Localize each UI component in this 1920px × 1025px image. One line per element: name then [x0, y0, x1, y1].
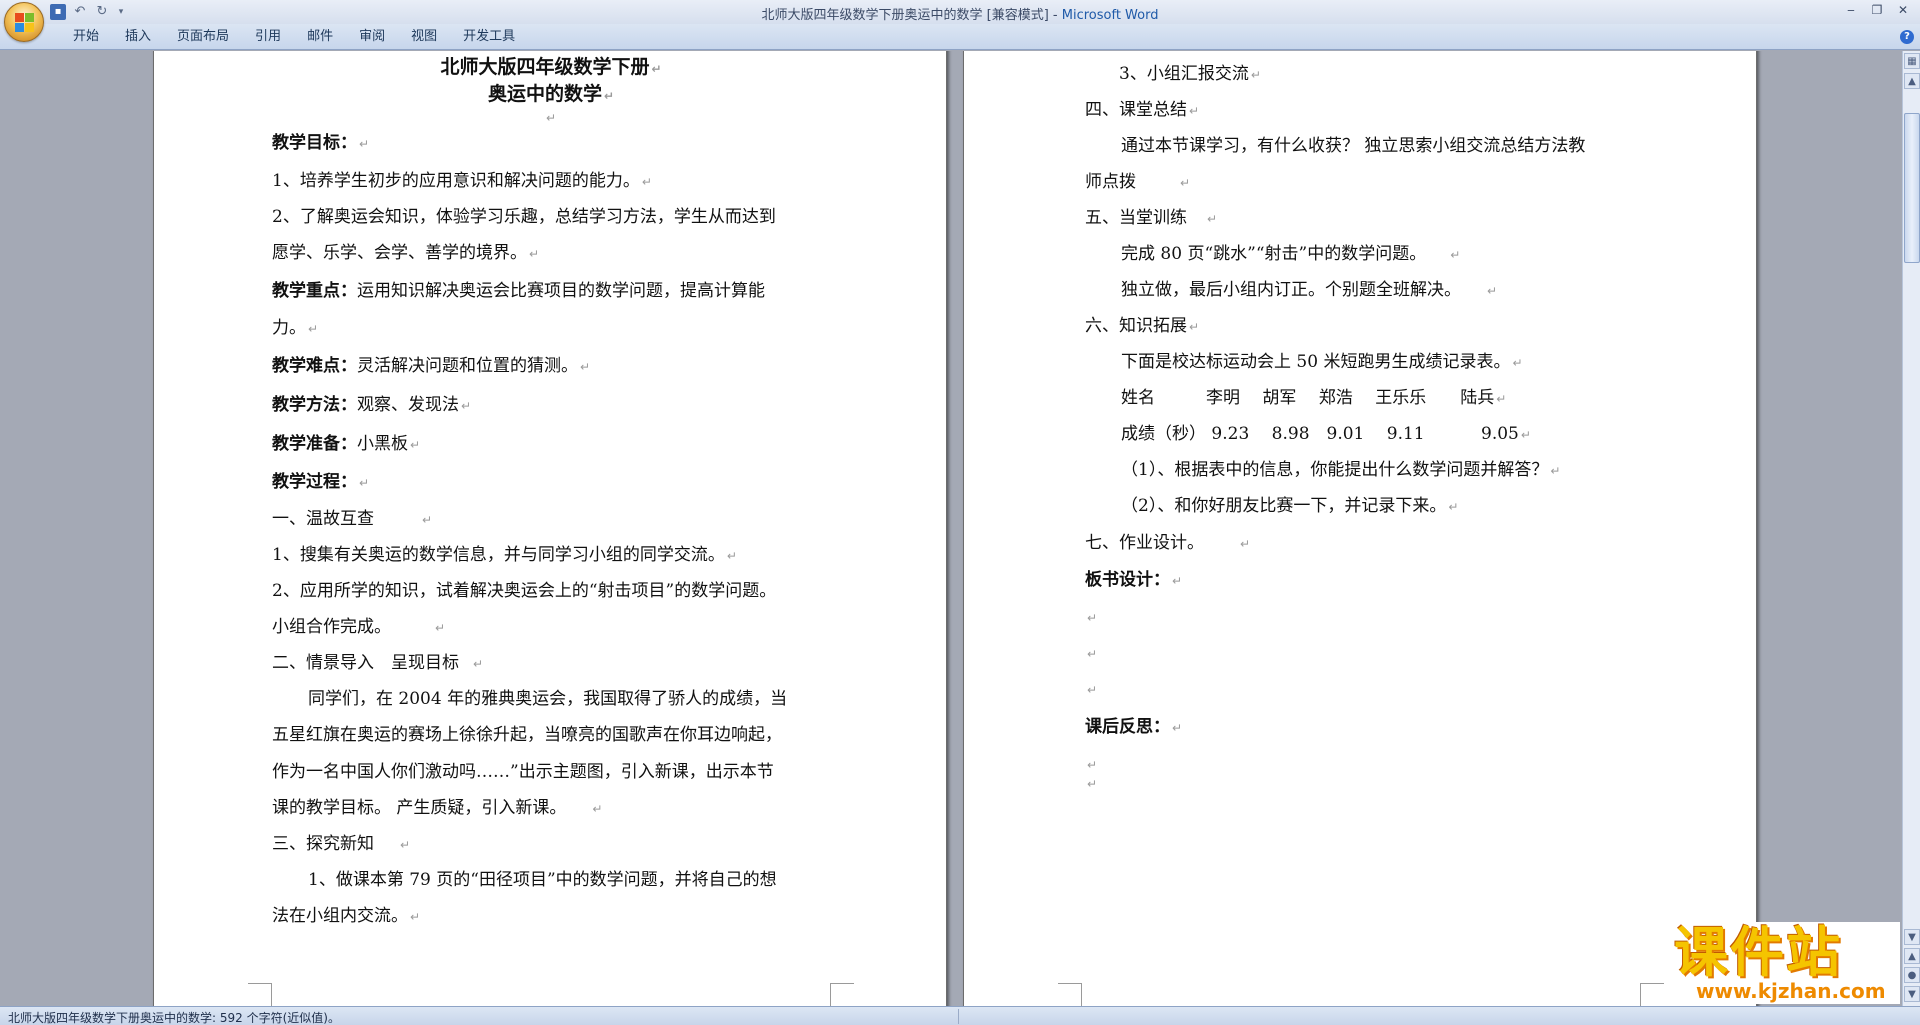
process-heading: 教学过程： ↵: [272, 472, 370, 492]
empty-paragraph: ↵: [1087, 683, 1098, 697]
body-line: 3、小组汇报交流 ↵: [1119, 64, 1261, 84]
office-button[interactable]: [4, 2, 44, 42]
site-watermark: 课件站 www.kjzhan.com: [1668, 922, 1900, 1004]
watermark-url: www.kjzhan.com: [1696, 979, 1886, 1003]
minimize-icon[interactable]: ‒: [1840, 2, 1862, 18]
document-title: 北师大版四年级数学下册奥运中的数学 [兼容模式]: [761, 8, 1049, 23]
scroll-down-icon[interactable]: ▼: [1904, 929, 1920, 945]
empty-paragraph: ↵: [546, 111, 557, 125]
doc-title-line2: 奥运中的数学 ↵: [487, 83, 615, 105]
window-title: 北师大版四年级数学下册奥运中的数学 [兼容模式] - Microsoft Wor…: [761, 8, 1159, 23]
body-line: 课的教学目标。 产生质疑，引入新课。 ↵: [272, 798, 603, 818]
document-page-2: 3、小组汇报交流 ↵ 四、课堂总结 ↵ 通过本节课学习，有什么收获？ 独立思索小组交…: [963, 51, 1757, 1006]
body-line: 独立做，最后小组内订正。个别题全班解决。 ↵: [1121, 280, 1498, 300]
tab-references[interactable]: 引用: [242, 29, 294, 45]
scroll-up-icon[interactable]: ▲: [1904, 73, 1920, 89]
method-line: 教学方法：观察、发现法 ↵: [272, 395, 472, 415]
body-line: 1、搜集有关奥运的数学信息，并与同学习小组的同学交流。 ↵: [272, 545, 737, 565]
tab-review[interactable]: 审阅: [346, 29, 398, 45]
goal-line: 愿学、乐学、会学、善学的境界。 ↵: [272, 243, 540, 263]
body-line: 同学们，在 2004 年的雅典奥运会，我国取得了骄人的成绩，当: [308, 689, 788, 709]
tab-home[interactable]: 开始: [60, 29, 112, 45]
section-heading: 五、当堂训练 ↵: [1085, 208, 1218, 228]
tab-mailings[interactable]: 邮件: [294, 29, 346, 45]
doc-title-line1: 北师大版四年级数学下册 ↵: [440, 56, 662, 78]
goal-line: 2、了解奥运会知识，体验学习乐趣，总结学习方法，学生从而达到: [272, 207, 776, 227]
section-heading: 一、温故互查 ↵: [272, 509, 433, 529]
page-1-text[interactable]: 北师大版四年级数学下册 ↵ 奥运中的数学 ↵ ↵ 教学目标： ↵ 1、培养学生初步的应…: [154, 51, 948, 1006]
reflection-heading: 课后反思： ↵: [1085, 717, 1183, 737]
body-line: 师点拨 ↵: [1085, 172, 1191, 192]
table-scores-row: 成绩（秒） 9.23 8.98 9.01 9.11 9.05 ↵: [1121, 424, 1531, 444]
page-2-text[interactable]: 3、小组汇报交流 ↵ 四、课堂总结 ↵ 通过本节课学习，有什么收获？ 独立思索小组交…: [964, 51, 1758, 1006]
difficulty-line: 教学难点：灵活解决问题和位置的猜测。 ↵: [272, 356, 591, 376]
table-names-row: 姓名 李明 胡军 郑浩 王乐乐 陆兵 ↵: [1121, 388, 1507, 408]
document-workspace: 北师大版四年级数学下册 ↵ 奥运中的数学 ↵ ↵ 教学目标： ↵ 1、培养学生初步的应…: [0, 51, 1902, 1006]
body-line: 完成 80 页“跳水”“射击”中的数学问题。 ↵: [1121, 244, 1461, 264]
tab-insert[interactable]: 插入: [112, 29, 164, 45]
body-line: （2）、和你好朋友比赛一下，并记录下来。 ↵: [1121, 496, 1459, 516]
select-browse-object-icon[interactable]: ●: [1904, 967, 1920, 983]
previous-page-icon[interactable]: ▲: [1904, 948, 1920, 964]
app-name: Microsoft Word: [1061, 8, 1159, 23]
empty-paragraph: ↵: [1087, 611, 1098, 625]
empty-paragraph: ↵: [1087, 647, 1098, 661]
status-divider: [958, 1009, 959, 1024]
body-line: 作为一名中国人你们激动吗……”出示主题图，引入新课，出示本节: [272, 762, 774, 782]
section-heading: 三、探究新知 ↵: [272, 834, 411, 854]
section-heading: 四、课堂总结 ↵: [1085, 100, 1200, 120]
restore-icon[interactable]: ❐: [1866, 2, 1888, 18]
body-line: 五星红旗在奥运的赛场上徐徐升起，当嘹亮的国歌声在你耳边响起，: [272, 725, 782, 745]
ribbon-tab-bar: 开始 插入 页面布局 引用 邮件 审阅 视图 开发工具 ?: [0, 24, 1920, 50]
close-icon[interactable]: ✕: [1892, 2, 1914, 18]
status-word-count[interactable]: 北师大版四年级数学下册奥运中的数学: 592 个字符(近似值)。: [8, 1009, 340, 1025]
ribbon-tabs: 开始 插入 页面布局 引用 邮件 审阅 视图 开发工具: [60, 29, 528, 45]
section-heading: 二、情景导入 呈现目标 ↵: [272, 653, 484, 673]
key-points-line: 力。 ↵: [272, 318, 319, 338]
office-logo-icon: [15, 13, 35, 33]
next-page-icon[interactable]: ▼: [1904, 986, 1920, 1002]
help-icon[interactable]: ?: [1900, 30, 1914, 44]
body-line: 通过本节课学习，有什么收获？ 独立思索小组交流总结方法教: [1121, 136, 1586, 156]
tab-developer[interactable]: 开发工具: [450, 29, 528, 45]
body-line: 1、做课本第 79 页的“田径项目”中的数学问题，并将自己的想: [308, 870, 777, 890]
body-line: （1）、根据表中的信息，你能提出什么数学问题并解答？ ↵: [1121, 460, 1561, 480]
ruler-toggle-icon[interactable]: ▦: [1904, 53, 1920, 69]
preparation-line: 教学准备：小黑板 ↵: [272, 434, 421, 454]
document-page-1: 北师大版四年级数学下册 ↵ 奥运中的数学 ↵ ↵ 教学目标： ↵ 1、培养学生初步的应…: [153, 51, 947, 1006]
tab-page-layout[interactable]: 页面布局: [164, 29, 242, 45]
board-design-heading: 板书设计： ↵: [1085, 570, 1183, 590]
body-line: 法在小组内交流。 ↵: [272, 906, 421, 926]
status-bar: 北师大版四年级数学下册奥运中的数学: 592 个字符(近似值)。: [0, 1006, 1920, 1025]
title-bar: ▪ ↶ ↻ ▾ 北师大版四年级数学下册奥运中的数学 [兼容模式] - Micro…: [0, 0, 1920, 42]
watermark-logo-text: 课件站: [1674, 921, 1842, 984]
goal-line: 1、培养学生初步的应用意识和解决问题的能力。 ↵: [272, 171, 652, 191]
body-line: 2、应用所学的知识，试着解决奥运会上的“射击项目”的数学问题。: [272, 581, 777, 601]
goals-heading: 教学目标： ↵: [272, 133, 370, 153]
section-heading: 六、知识拓展 ↵: [1085, 316, 1200, 336]
vertical-scrollbar[interactable]: ▦ ▲ ▼ ▲ ● ▼: [1902, 51, 1920, 1006]
window-controls: ‒ ❐ ✕: [1840, 2, 1914, 18]
body-line: 下面是校达标运动会上 50 米短跑男生成绩记录表。 ↵: [1121, 352, 1523, 372]
section-heading: 七、作业设计。 ↵: [1085, 533, 1251, 553]
key-points-line: 教学重点：运用知识解决奥运会比赛项目的数学问题，提高计算能: [272, 281, 765, 301]
tab-view[interactable]: 视图: [398, 29, 450, 45]
empty-paragraph: ↵: [1087, 777, 1098, 791]
scroll-thumb[interactable]: [1904, 113, 1920, 263]
body-line: 小组合作完成。 ↵: [272, 617, 446, 637]
